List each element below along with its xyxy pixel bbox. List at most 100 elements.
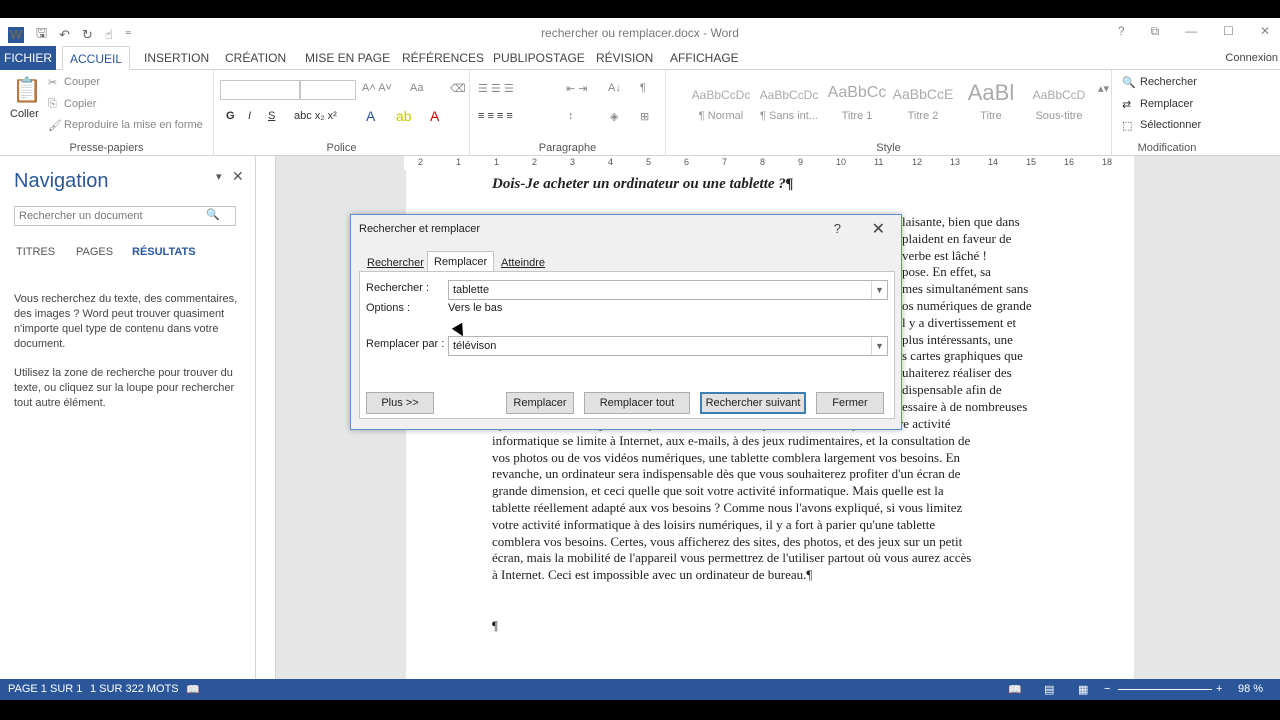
dialog-tab-atteindre[interactable]: Atteindre bbox=[497, 255, 549, 271]
read-mode-icon[interactable]: 📖 bbox=[1008, 683, 1022, 696]
tab-revision[interactable]: RÉVISION bbox=[592, 46, 657, 70]
help-icon[interactable]: ? bbox=[1118, 24, 1125, 39]
style-titre2[interactable]: AaBbCcE Titre 2 bbox=[890, 80, 956, 128]
zoom-in-icon[interactable]: + bbox=[1216, 683, 1222, 695]
maximize-icon[interactable]: ☐ bbox=[1223, 24, 1234, 39]
print-layout-icon[interactable]: ▤ bbox=[1044, 683, 1054, 696]
paste-icon[interactable]: 📋 bbox=[12, 76, 42, 105]
find-next-button[interactable]: Rechercher suivant bbox=[700, 392, 806, 414]
page-status[interactable]: PAGE 1 SUR 1 bbox=[8, 683, 82, 695]
zoom-level[interactable]: 98 % bbox=[1238, 683, 1263, 695]
replace-button-dialog[interactable]: Remplacer bbox=[506, 392, 574, 414]
ribbon-display-icon[interactable]: ⧉ bbox=[1151, 24, 1160, 39]
nav-close-icon[interactable]: ✕ bbox=[232, 168, 244, 185]
cut-icon[interactable]: ✂ bbox=[48, 76, 57, 89]
replace-all-button[interactable]: Remplacer tout bbox=[584, 392, 690, 414]
ruler-number: 10 bbox=[836, 157, 847, 167]
underline-icon[interactable]: S bbox=[268, 110, 275, 122]
format-painter-icon[interactable]: 🖌 bbox=[48, 119, 62, 132]
font-size-select[interactable] bbox=[300, 80, 356, 100]
document-heading: Dois-Je acheter un ordinateur ou une tab… bbox=[492, 176, 794, 192]
style-sans-interligne[interactable]: AaBbCcDc ¶ Sans int... bbox=[756, 80, 822, 128]
tab-references[interactable]: RÉFÉRENCES bbox=[398, 46, 488, 70]
replace-icon[interactable]: ⇄ bbox=[1122, 98, 1131, 111]
cut-button[interactable]: Couper bbox=[64, 76, 100, 88]
show-marks-icon[interactable]: ¶ bbox=[640, 82, 646, 94]
nav-tab-pages[interactable]: PAGES bbox=[76, 246, 113, 258]
copy-button[interactable]: Copier bbox=[64, 98, 96, 110]
document-line: comblera vos besoins. Certes, vous affic… bbox=[492, 533, 963, 549]
ruler-number: 4 bbox=[608, 157, 614, 167]
style-titre1[interactable]: AaBbCc Titre 1 bbox=[824, 80, 890, 128]
font-color-icon[interactable]: A bbox=[430, 108, 439, 124]
more-button[interactable]: Plus >> bbox=[366, 392, 434, 414]
document-line: vos photos ou de vos vidéos numériques, … bbox=[492, 449, 961, 465]
align-icons[interactable]: ≡ ≡ ≡ ≡ bbox=[478, 110, 513, 122]
close-window-icon[interactable]: ✕ bbox=[1260, 24, 1270, 39]
strikethrough-icon[interactable]: abc x₂ x² bbox=[294, 110, 337, 122]
nav-search-input[interactable]: Rechercher un document bbox=[14, 206, 236, 226]
find-button[interactable]: Rechercher bbox=[1140, 76, 1197, 88]
replace-input[interactable]: télévison ▼ bbox=[448, 336, 888, 356]
tab-affichage[interactable]: AFFICHAGE bbox=[666, 46, 743, 70]
clear-format-icon[interactable]: ⌫ bbox=[450, 82, 466, 95]
proofing-icon[interactable]: 📖 bbox=[186, 683, 200, 696]
nav-search-icon[interactable]: 🔍 bbox=[206, 208, 220, 221]
tab-insertion[interactable]: INSERTION bbox=[140, 46, 213, 70]
styles-scroll-icon[interactable]: ▴▾ bbox=[1098, 82, 1109, 95]
change-case-icon[interactable]: Aa bbox=[410, 82, 423, 94]
document-line-fragment: uhaiterez réaliser des bbox=[902, 365, 1012, 381]
nav-tab-titres[interactable]: TITRES bbox=[16, 246, 55, 258]
zoom-slider[interactable] bbox=[1118, 689, 1212, 690]
select-button[interactable]: Sélectionner bbox=[1140, 119, 1201, 131]
find-input[interactable]: tablette ▼ bbox=[448, 280, 888, 300]
ribbon: 📋 Coller ✂ Couper ⎘ Copier 🖌 Reproduire … bbox=[0, 70, 1280, 156]
bullets-icon[interactable]: ☰ ☰ ☰ bbox=[478, 82, 514, 95]
style-titre[interactable]: AaBl Titre bbox=[958, 80, 1024, 128]
italic-icon[interactable]: I bbox=[248, 110, 251, 122]
line-spacing-icon[interactable]: ↕ bbox=[568, 110, 574, 122]
tab-publipostage[interactable]: PUBLIPOSTAGE bbox=[489, 46, 589, 70]
horizontal-ruler: 2 1 1 2 3 4 5 6 7 8 9 10 11 12 13 14 15 16 18 bbox=[404, 156, 1134, 170]
document-line-fragment: plaident en faveur de bbox=[902, 230, 1012, 246]
bold-icon[interactable]: G bbox=[226, 110, 235, 122]
document-line-fragment: plus intéressants, une bbox=[902, 331, 1013, 347]
dialog-close-icon[interactable]: ✕ bbox=[872, 219, 885, 239]
find-icon[interactable]: 🔍 bbox=[1122, 76, 1136, 89]
nav-tab-resultats[interactable]: RÉSULTATS bbox=[132, 246, 196, 258]
paste-button[interactable]: Coller bbox=[10, 108, 39, 120]
grow-font-icon[interactable]: A˄ A˅ bbox=[362, 82, 392, 94]
minimize-icon[interactable]: — bbox=[1185, 24, 1197, 39]
style-normal[interactable]: AaBbCcDc ¶ Normal bbox=[688, 80, 754, 128]
word-count[interactable]: 1 SUR 322 MOTS bbox=[90, 683, 179, 695]
copy-icon[interactable]: ⎘ bbox=[48, 98, 57, 111]
format-painter-button[interactable]: Reproduire la mise en forme bbox=[64, 119, 203, 131]
group-font: A˄ A˅ Aa ⌫ G I S abc x₂ x² A ab A Police bbox=[214, 70, 470, 156]
select-icon[interactable]: ⬚ bbox=[1122, 119, 1132, 132]
document-line-fragment: verbe est lâché ! bbox=[902, 247, 987, 263]
dialog-tab-remplacer[interactable]: Remplacer bbox=[427, 251, 495, 271]
indent-icon[interactable]: ⇤ ⇥ bbox=[566, 82, 588, 95]
font-family-select[interactable] bbox=[220, 80, 300, 100]
style-sous-titre[interactable]: AaBbCcD Sous-titre bbox=[1026, 80, 1092, 128]
dialog-tab-rechercher[interactable]: Rechercher bbox=[363, 255, 428, 271]
ruler-number: 2 bbox=[418, 157, 424, 167]
tab-creation[interactable]: CRÉATION bbox=[221, 46, 290, 70]
borders-icon[interactable]: ⊞ bbox=[640, 110, 649, 123]
dialog-help-button[interactable]: ? bbox=[834, 221, 841, 236]
highlight-icon[interactable]: ab bbox=[396, 108, 412, 124]
text-effects-icon[interactable]: A bbox=[366, 108, 375, 124]
signin-link[interactable]: Connexion bbox=[1225, 46, 1278, 70]
tab-mise-en-page[interactable]: MISE EN PAGE bbox=[301, 46, 394, 70]
navigation-pane: Navigation ▾ ✕ Rechercher un document 🔍 … bbox=[0, 156, 256, 679]
options-label: Options : bbox=[366, 302, 411, 314]
nav-options-icon[interactable]: ▾ bbox=[216, 170, 222, 183]
tab-accueil[interactable]: ACCUEIL bbox=[62, 46, 130, 70]
web-layout-icon[interactable]: ▦ bbox=[1078, 683, 1088, 696]
sort-icon[interactable]: A↓ bbox=[608, 82, 621, 94]
shading-icon[interactable]: ◈ bbox=[610, 110, 618, 123]
tab-fichier[interactable]: FICHIER bbox=[0, 46, 56, 70]
replace-button[interactable]: Remplacer bbox=[1140, 98, 1193, 110]
zoom-out-icon[interactable]: − bbox=[1104, 683, 1110, 695]
close-button[interactable]: Fermer bbox=[816, 392, 884, 414]
